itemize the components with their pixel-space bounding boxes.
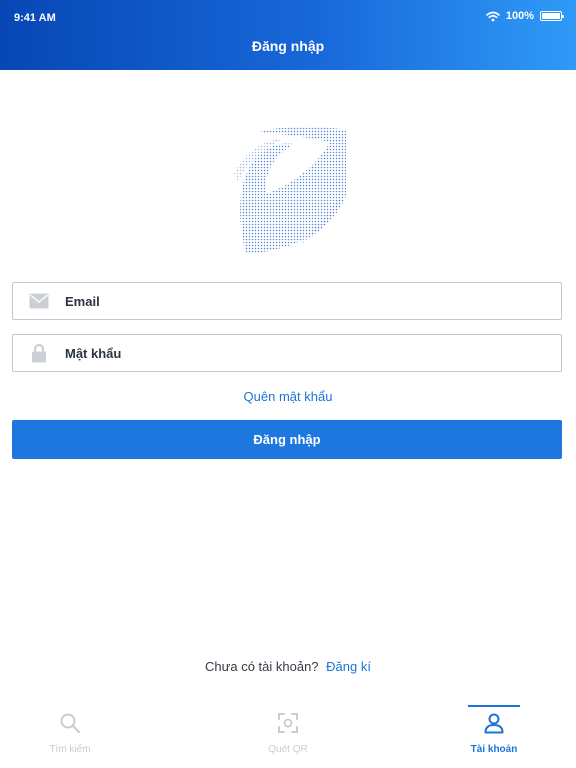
- password-input[interactable]: [65, 335, 561, 371]
- lock-icon: [13, 343, 65, 363]
- forgot-password-link[interactable]: Quên mật khẩu: [0, 389, 576, 404]
- tab-search-label: Tìm kiếm: [49, 744, 91, 755]
- tab-bar: Tìm kiếm Quét QR Tài khoản: [0, 700, 576, 768]
- battery-percentage: 100%: [505, 10, 534, 22]
- tab-scan-qr-label: Quét QR: [268, 744, 308, 755]
- email-input[interactable]: [65, 283, 561, 319]
- tab-account-label: Tài khoản: [470, 744, 518, 755]
- qr-scan-icon: [277, 712, 299, 739]
- tab-scan-qr[interactable]: Quét QR: [228, 700, 348, 768]
- register-prompt: Chưa có tài khoản? Đăng kí: [0, 659, 576, 674]
- app-logo: [234, 126, 346, 254]
- password-field[interactable]: [12, 334, 562, 372]
- login-button[interactable]: Đăng nhập: [12, 420, 562, 459]
- battery-icon: [540, 11, 564, 21]
- header-bar: 9:41 AM 100% Đăng nhập: [0, 0, 576, 70]
- user-icon: [483, 712, 505, 739]
- search-icon: [59, 712, 81, 739]
- register-prompt-text: Chưa có tài khoản?: [205, 659, 319, 674]
- status-time: 9:41 AM: [14, 12, 56, 24]
- wifi-icon: [486, 11, 500, 21]
- tab-search[interactable]: Tìm kiếm: [10, 700, 130, 768]
- mail-icon: [13, 293, 65, 309]
- tab-account[interactable]: Tài khoản: [434, 700, 554, 768]
- email-field[interactable]: [12, 282, 562, 320]
- status-indicators: 100%: [486, 10, 564, 22]
- page-title: Đăng nhập: [251, 38, 325, 54]
- register-link[interactable]: Đăng kí: [326, 659, 371, 674]
